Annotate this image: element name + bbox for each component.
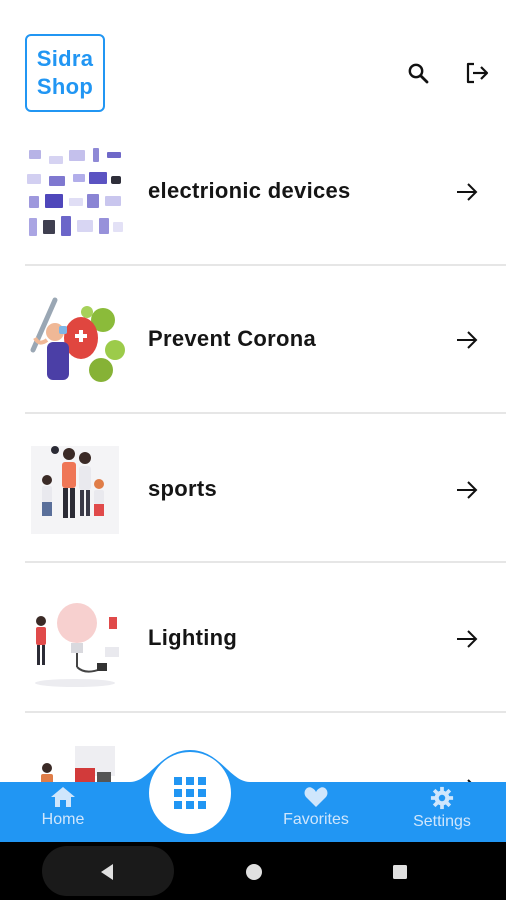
category-list[interactable]: electrionic devices Prevent Corona sport…: [0, 130, 506, 782]
arrow-right-icon[interactable]: [455, 627, 479, 651]
app-header: Sidra Shop: [0, 0, 506, 130]
category-label: Prevent Corona: [148, 326, 317, 351]
partially-visible-category-illustration: [25, 738, 125, 782]
nav-label-favorites: Favorites: [283, 811, 349, 828]
category-label: electrionic devices: [148, 178, 351, 203]
electronic-devices-illustration: [25, 144, 125, 244]
lighting-bulb-illustration: [25, 589, 125, 689]
search-icon[interactable]: [403, 58, 433, 88]
arrow-right-icon[interactable]: [455, 328, 479, 352]
heart-icon: [304, 787, 328, 807]
logo-line-1: Sidra: [36, 46, 94, 71]
prevent-corona-illustration: [25, 292, 125, 392]
nav-label-home: Home: [41, 811, 85, 828]
category-item-prevent-corona[interactable]: Prevent Corona: [25, 280, 506, 414]
home-circle-icon[interactable]: [243, 861, 265, 883]
category-label: Lighting: [148, 625, 238, 650]
nav-item-favorites[interactable]: Favorites: [268, 786, 364, 840]
nav-item-home[interactable]: Home: [15, 786, 111, 840]
divider: [25, 412, 506, 414]
divider: [25, 264, 506, 266]
divider: [25, 561, 506, 563]
recents-square-icon[interactable]: [389, 861, 411, 883]
arrow-right-icon[interactable]: [455, 180, 479, 204]
center-grid-button[interactable]: [149, 752, 231, 834]
logout-icon[interactable]: [462, 58, 492, 88]
category-item-electronic-devices[interactable]: electrionic devices: [25, 136, 506, 270]
nav-label-settings: Settings: [413, 813, 471, 830]
category-label: sports: [148, 476, 218, 501]
logo-line-2: Shop: [36, 74, 94, 99]
sports-family-illustration: [25, 440, 125, 540]
nav-item-settings[interactable]: Settings: [394, 786, 490, 840]
back-icon[interactable]: [96, 861, 118, 883]
category-item-lighting[interactable]: Lighting: [25, 579, 506, 713]
home-icon: [51, 787, 75, 807]
sidra-shop-logo: Sidra Shop: [25, 34, 105, 112]
category-item-sports[interactable]: sports: [25, 430, 506, 564]
gear-icon: [430, 786, 454, 810]
grid-icon: [174, 777, 206, 809]
arrow-right-icon[interactable]: [455, 478, 479, 502]
divider: [25, 711, 506, 713]
